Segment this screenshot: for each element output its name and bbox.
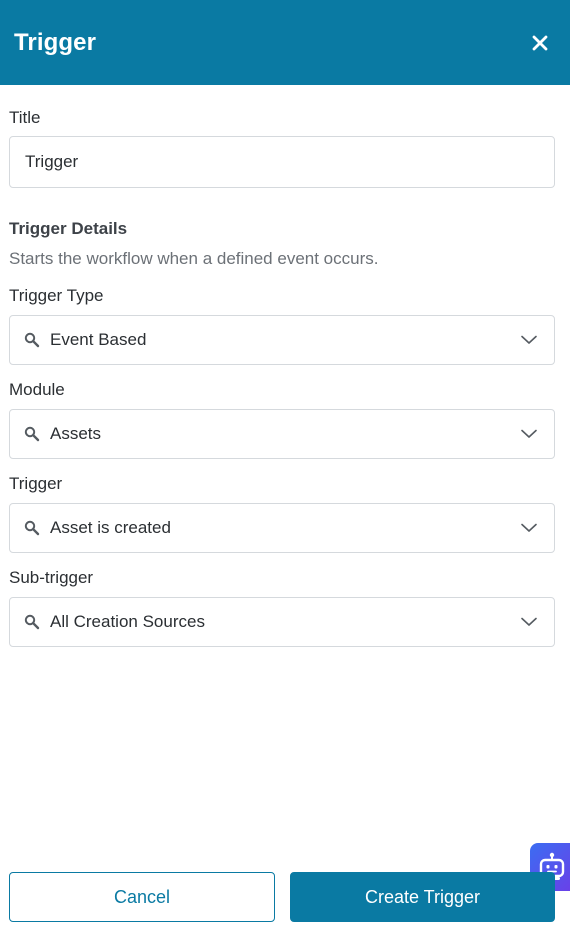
panel-footer: Cancel Create Trigger bbox=[9, 872, 555, 922]
trigger-details-description: Starts the workflow when a defined event… bbox=[9, 249, 379, 268]
chevron-down-icon bbox=[520, 519, 538, 537]
create-trigger-button[interactable]: Create Trigger bbox=[290, 872, 555, 922]
search-icon bbox=[24, 520, 40, 536]
sub-trigger-select[interactable]: All Creation Sources bbox=[9, 597, 555, 647]
close-button[interactable] bbox=[528, 31, 552, 55]
chevron-down-icon bbox=[520, 425, 538, 443]
trigger-panel: Trigger Title Trigger Details Starts the… bbox=[0, 0, 570, 940]
chevron-down-icon bbox=[520, 613, 538, 631]
module-value: Assets bbox=[50, 424, 102, 443]
trigger-details-heading: Trigger Details bbox=[9, 219, 128, 238]
trigger-label: Trigger bbox=[9, 474, 63, 493]
trigger-select[interactable]: Asset is created bbox=[9, 503, 555, 553]
search-icon bbox=[24, 614, 40, 630]
search-icon bbox=[24, 426, 40, 442]
panel-header: Trigger bbox=[0, 0, 570, 85]
trigger-type-select[interactable]: Event Based bbox=[9, 315, 555, 365]
close-icon bbox=[532, 35, 548, 50]
title-label: Title bbox=[9, 108, 41, 127]
sub-trigger-value: All Creation Sources bbox=[50, 612, 205, 631]
trigger-type-label: Trigger Type bbox=[9, 286, 104, 305]
sub-trigger-label: Sub-trigger bbox=[9, 568, 94, 587]
trigger-value: Asset is created bbox=[50, 518, 171, 537]
chevron-down-icon bbox=[520, 331, 538, 349]
panel-body: Title Trigger Details Starts the workflo… bbox=[9, 85, 555, 647]
trigger-type-value: Event Based bbox=[50, 330, 147, 349]
module-select[interactable]: Assets bbox=[9, 409, 555, 459]
title-input[interactable] bbox=[9, 136, 555, 188]
cancel-button[interactable]: Cancel bbox=[9, 872, 275, 922]
search-icon bbox=[24, 332, 40, 348]
module-label: Module bbox=[9, 380, 65, 399]
panel-title: Trigger bbox=[14, 28, 97, 56]
